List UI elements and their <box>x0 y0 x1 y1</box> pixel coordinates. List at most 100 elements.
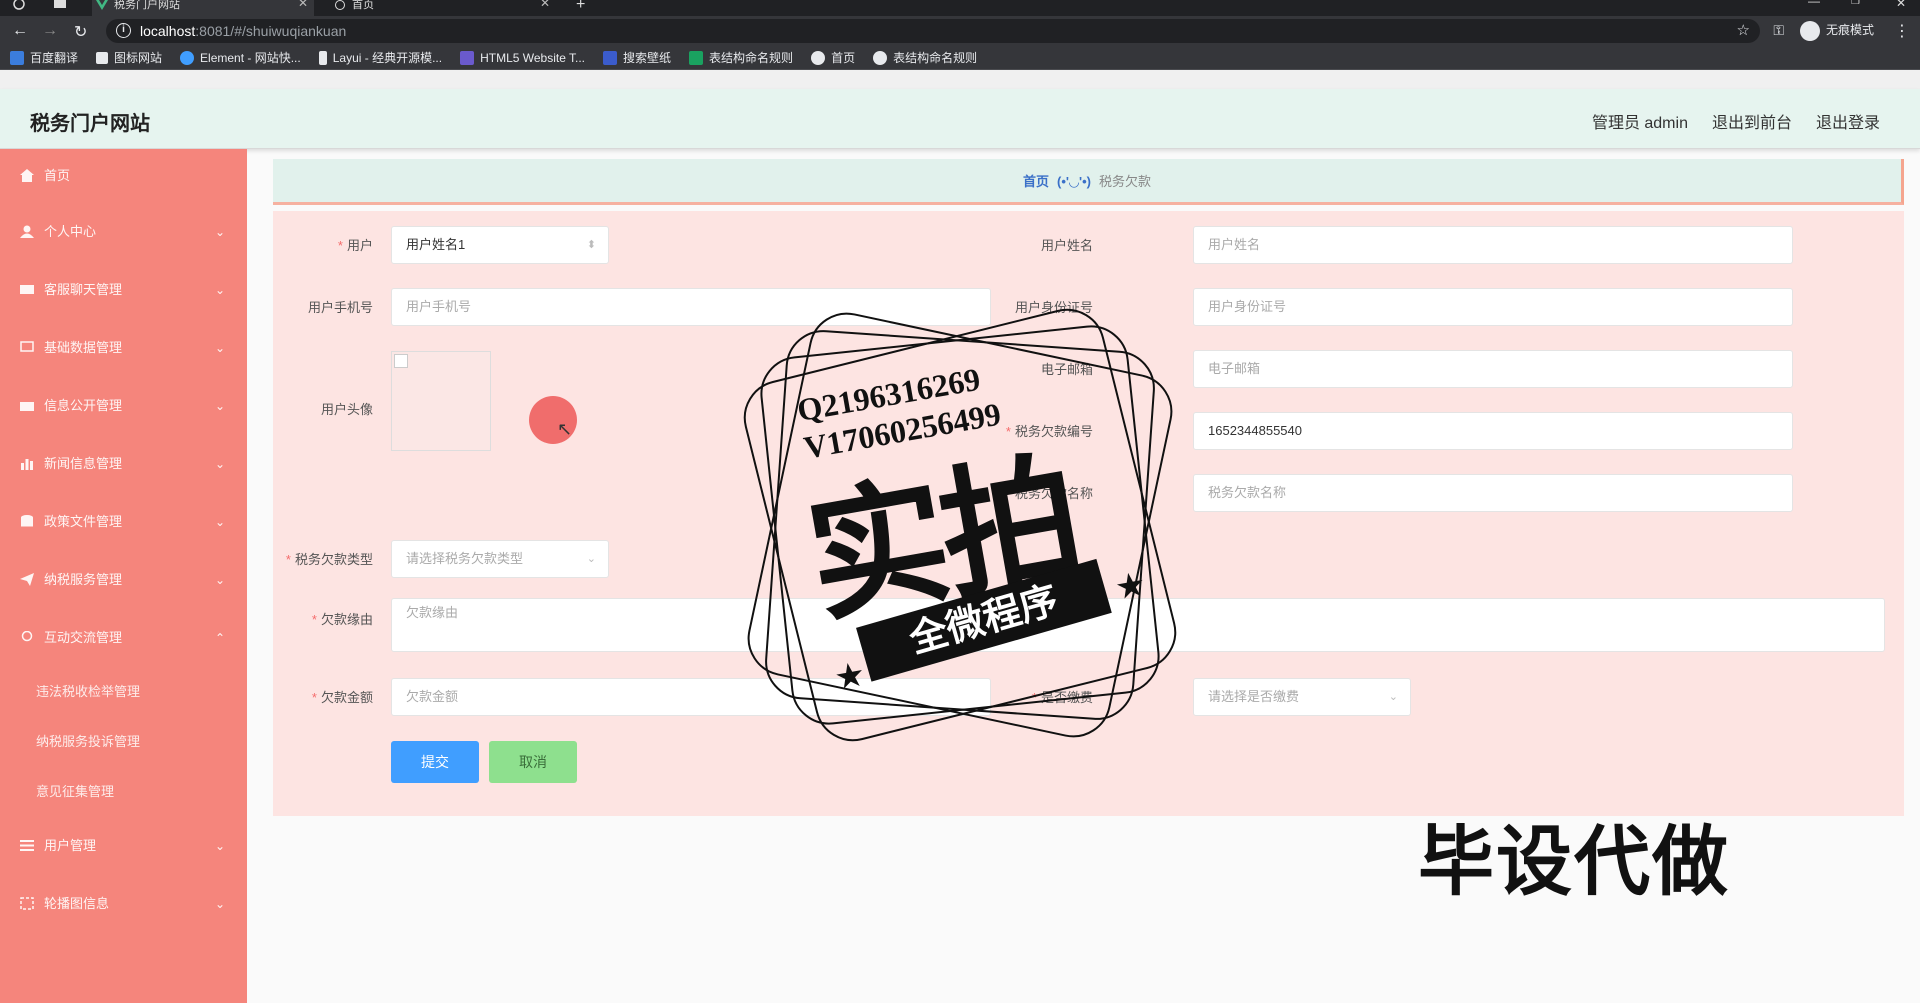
chevron-up-icon: ⌃ <box>214 631 225 645</box>
info-icon[interactable]: i <box>116 23 131 38</box>
bookmark-label: 图标网站 <box>114 51 163 65</box>
bookmark-item[interactable]: 首页 <box>811 49 855 66</box>
amount-label: * 欠款金额 <box>311 690 373 705</box>
chrome-menu-icon[interactable] <box>12 0 26 10</box>
bookmark-label: 表结构命名规则 <box>893 51 978 65</box>
globe-icon <box>811 50 826 65</box>
sidebar-item-carousel[interactable]: 轮播图信息 ⌄ <box>0 875 247 933</box>
bookmark-item[interactable]: HTML5 Website T... <box>460 50 585 65</box>
layui-icon <box>318 50 327 65</box>
user-name-field[interactable]: 用户姓名 <box>1193 226 1793 264</box>
user-label: * 用户 <box>337 238 373 253</box>
sidebar: 首页 个人中心 ⌄ 客服聊天管理 ⌄ 基础数据管理 ⌄ 信息公开管理 ⌄ 新闻信息管理 ⌄… <box>0 149 247 1003</box>
translate-icon <box>10 50 24 65</box>
debt-name-field[interactable]: 税务欠款名称 <box>1193 474 1793 512</box>
sidebar-item-profile[interactable]: 个人中心 ⌄ <box>0 203 247 261</box>
bookmark-item[interactable]: Layui - 经典开源模... <box>318 49 443 66</box>
user-name-label: 用户姓名 <box>1040 238 1093 253</box>
bookmark-label: Layui - 经典开源模... <box>332 51 443 65</box>
html5-icon <box>460 50 475 65</box>
reason-label: * 欠款缘由 <box>311 612 373 627</box>
sidebar-item-chat[interactable]: 客服聊天管理 ⌄ <box>0 261 247 319</box>
bookmark-item[interactable]: 表结构命名规则 <box>689 49 793 66</box>
url-host: localhost <box>140 23 196 39</box>
back-icon[interactable]: ← <box>12 22 28 40</box>
close-icon[interactable]: ✕ <box>540 0 550 9</box>
new-tab-icon[interactable]: + <box>576 0 585 14</box>
breadcrumb-current: 税务欠款 <box>1098 174 1151 189</box>
bookmark-label: 搜索壁纸 <box>623 51 672 65</box>
sidebar-item-label: 政策文件管理 <box>44 514 123 529</box>
key-icon[interactable]: ⚿ <box>1773 22 1784 39</box>
bookmark-label: 表结构命名规则 <box>709 51 794 65</box>
avatar-label: 用户头像 <box>320 402 373 417</box>
watermark-text: 毕设代做 <box>1418 820 1730 905</box>
frame-icon <box>20 897 34 910</box>
star-icon: ★ <box>1112 564 1149 608</box>
incognito-icon <box>1799 21 1820 41</box>
chevron-down-icon: ⌄ <box>214 399 225 413</box>
bookmark-star-icon[interactable]: ☆ <box>1737 19 1750 43</box>
debt-type-select[interactable]: 请选择税务欠款类型 ⌄ <box>391 540 609 578</box>
user-select-value: 用户姓名1 <box>406 237 466 252</box>
window-icon[interactable] <box>54 0 66 8</box>
sidebar-subitem-report[interactable]: 违法税收检举管理 <box>0 667 247 717</box>
bookmark-item[interactable]: 百度翻译 <box>10 49 78 66</box>
bookmark-item[interactable]: Element - 网站快... <box>180 49 301 66</box>
bar-chart-icon <box>21 459 33 470</box>
sidebar-subitem-opinion[interactable]: 意见征集管理 <box>0 767 247 817</box>
logout-link[interactable]: 退出登录 <box>1816 109 1880 133</box>
sidebar-item-interaction[interactable]: 互动交流管理 ⌃ <box>0 609 247 667</box>
bookmark-item[interactable]: 搜索壁纸 <box>603 49 671 66</box>
to-front-link[interactable]: 退出到前台 <box>1712 109 1792 133</box>
chevron-down-icon: ⌄ <box>214 283 225 297</box>
close-window-icon[interactable]: ✕ <box>1896 0 1906 10</box>
sidebar-item-label: 互动交流管理 <box>44 630 123 645</box>
forward-icon[interactable]: → <box>42 22 58 40</box>
sidebar-item-users[interactable]: 用户管理 ⌄ <box>0 817 247 875</box>
sheet-icon <box>689 50 704 65</box>
more-menu-icon[interactable]: ⋮ <box>1894 21 1910 41</box>
message-icon <box>20 341 34 352</box>
minimize-icon[interactable]: — <box>1808 0 1820 8</box>
close-icon[interactable]: ✕ <box>298 0 308 9</box>
sidebar-item-tax-service[interactable]: 纳税服务管理 ⌄ <box>0 551 247 609</box>
sidebar-item-label: 客服聊天管理 <box>44 282 123 297</box>
bookmark-item[interactable]: 表结构命名规则 <box>873 49 977 66</box>
url-input[interactable]: i localhost:8081/#/shuiwuqiankuan ☆ <box>106 19 1760 43</box>
sidebar-subitem-complaint[interactable]: 纳税服务投诉管理 <box>0 717 247 767</box>
bookmark-item[interactable]: 图标网站 <box>96 49 162 66</box>
sidebar-item-label: 个人中心 <box>44 224 97 239</box>
sidebar-item-label: 基础数据管理 <box>44 340 123 355</box>
tab-active[interactable]: 税务门户网站 ✕ <box>92 0 314 16</box>
restore-icon[interactable]: ❐ <box>1851 0 1860 7</box>
debt-type-label: * 税务欠款类型 <box>285 552 373 567</box>
incognito-indicator[interactable]: 无痕模式 <box>1799 21 1874 41</box>
debt-no-field[interactable]: 1652344855540 <box>1193 412 1793 450</box>
site-title: 税务门户网站 <box>30 113 150 135</box>
breadcrumb-home[interactable]: 首页 <box>1023 174 1049 189</box>
sidebar-item-label: 纳税服务管理 <box>44 572 123 587</box>
url-path: :8081/#/shuiwuqiankuan <box>195 23 347 39</box>
sidebar-item-policy[interactable]: 政策文件管理 ⌄ <box>0 493 247 551</box>
sidebar-item-public-info[interactable]: 信息公开管理 ⌄ <box>0 377 247 435</box>
browser-tab-strip: 税务门户网站 ✕ 首页 ✕ + — ❐ ✕ <box>0 0 1920 16</box>
reload-icon[interactable]: ↻ <box>74 22 87 42</box>
submit-button[interactable]: 提交 <box>391 741 479 783</box>
star-icon: ★ <box>831 655 869 698</box>
user-select[interactable]: 用户姓名1 ⬍ <box>391 226 609 264</box>
sidebar-item-news[interactable]: 新闻信息管理 ⌄ <box>0 435 247 493</box>
email-field[interactable]: 电子邮箱 <box>1193 350 1793 388</box>
breadcrumb-separator: (•'◡'•) <box>1057 174 1091 189</box>
avatar-upload[interactable] <box>391 351 491 451</box>
chevron-down-icon: ⌄ <box>214 897 225 911</box>
idcard-field[interactable]: 用户身份证号 <box>1193 288 1793 326</box>
sidebar-item-home[interactable]: 首页 <box>0 149 247 203</box>
sidebar-item-basedata[interactable]: 基础数据管理 ⌄ <box>0 319 247 377</box>
tab-inactive[interactable]: 首页 ✕ <box>330 0 556 16</box>
sidebar-item-label: 新闻信息管理 <box>44 456 123 471</box>
cancel-button[interactable]: 取消 <box>489 741 577 783</box>
globe-icon <box>873 50 888 65</box>
bookmark-label: 百度翻译 <box>30 51 79 65</box>
image-placeholder-icon <box>394 354 408 368</box>
